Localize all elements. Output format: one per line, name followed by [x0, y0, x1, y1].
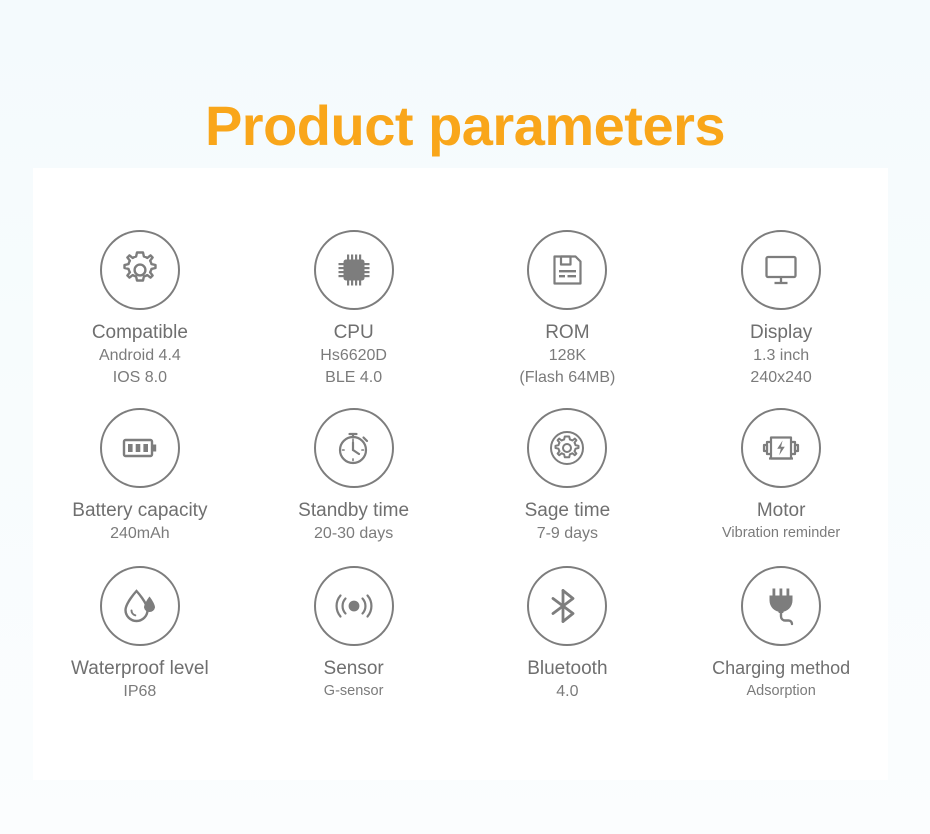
spec-label: Sensor — [323, 658, 384, 679]
spec-item-display: Display 1.3 inch 240x240 — [674, 230, 888, 408]
spec-item-rom: ROM 128K (Flash 64MB) — [461, 230, 675, 408]
spec-value-1: Android 4.4 — [98, 347, 181, 364]
spec-label: Compatible — [91, 322, 188, 343]
stopwatch-icon — [313, 408, 394, 488]
spec-value-1: Vibration reminder — [722, 525, 841, 541]
spec-value-1: 128K — [548, 347, 587, 364]
page-title: Product parameters — [204, 94, 726, 157]
motor-icon — [741, 408, 822, 488]
spec-value-1: 240mAh — [110, 525, 170, 542]
spec-grid: Compatible Android 4.4 IOS 8.0 CPU Hs662… — [33, 168, 888, 780]
spec-label: CPU — [333, 322, 374, 343]
spec-label: Sage time — [524, 500, 611, 521]
spec-value-1: 1.3 inch — [753, 347, 810, 364]
spec-label: Motor — [756, 500, 806, 521]
spec-item-usage-time: Sage time 7-9 days — [461, 408, 675, 566]
gear-in-circle-icon — [527, 408, 608, 488]
spec-label: Display — [749, 322, 813, 343]
cpu-chip-icon — [313, 230, 394, 310]
bluetooth-icon — [527, 566, 608, 646]
spec-value-2: 240x240 — [750, 369, 812, 386]
spec-label: ROM — [545, 322, 590, 343]
spec-item-cpu: CPU Hs6620D BLE 4.0 — [247, 230, 461, 408]
spec-item-battery: Battery capacity 240mAh — [33, 408, 247, 566]
spec-value-1: IP68 — [123, 683, 157, 700]
spec-value-1: 7-9 days — [536, 525, 599, 542]
monitor-icon — [741, 230, 822, 310]
spec-item-charging: Charging method Adsorption — [674, 566, 888, 736]
spec-value-2: BLE 4.0 — [325, 369, 383, 386]
water-drop-icon — [99, 566, 180, 646]
spec-label: Waterproof level — [71, 658, 209, 679]
spec-label: Battery capacity — [72, 500, 208, 521]
floppy-disk-icon — [527, 230, 608, 310]
spec-item-compatible: Compatible Android 4.4 IOS 8.0 — [33, 230, 247, 408]
product-parameters-page: Product parameters Compatible Android 4.… — [0, 0, 930, 834]
spec-card: Compatible Android 4.4 IOS 8.0 CPU Hs662… — [33, 168, 888, 780]
spec-item-motor: Motor Vibration reminder — [674, 408, 888, 566]
power-plug-icon — [741, 566, 822, 646]
spec-item-waterproof: Waterproof level IP68 — [33, 566, 247, 736]
g-sensor-icon — [313, 566, 394, 646]
spec-value-1: G-sensor — [323, 683, 384, 699]
spec-item-sensor: Sensor G-sensor — [247, 566, 461, 736]
spec-label: Charging method — [712, 658, 851, 678]
spec-value-1: 4.0 — [556, 683, 579, 700]
spec-item-bluetooth: Bluetooth 4.0 — [461, 566, 675, 736]
spec-label: Bluetooth — [527, 658, 608, 679]
spec-value-2: (Flash 64MB) — [519, 369, 616, 386]
spec-value-2: IOS 8.0 — [112, 369, 167, 386]
spec-value-1: Adsorption — [746, 683, 816, 699]
page-title-container: Product parameters — [0, 96, 930, 156]
spec-item-standby-time: Standby time 20-30 days — [247, 408, 461, 566]
spec-value-1: Hs6620D — [320, 347, 387, 364]
spec-label: Standby time — [298, 500, 410, 521]
spec-value-1: 20-30 days — [314, 525, 394, 542]
gear-icon — [99, 230, 180, 310]
battery-icon — [99, 408, 180, 488]
